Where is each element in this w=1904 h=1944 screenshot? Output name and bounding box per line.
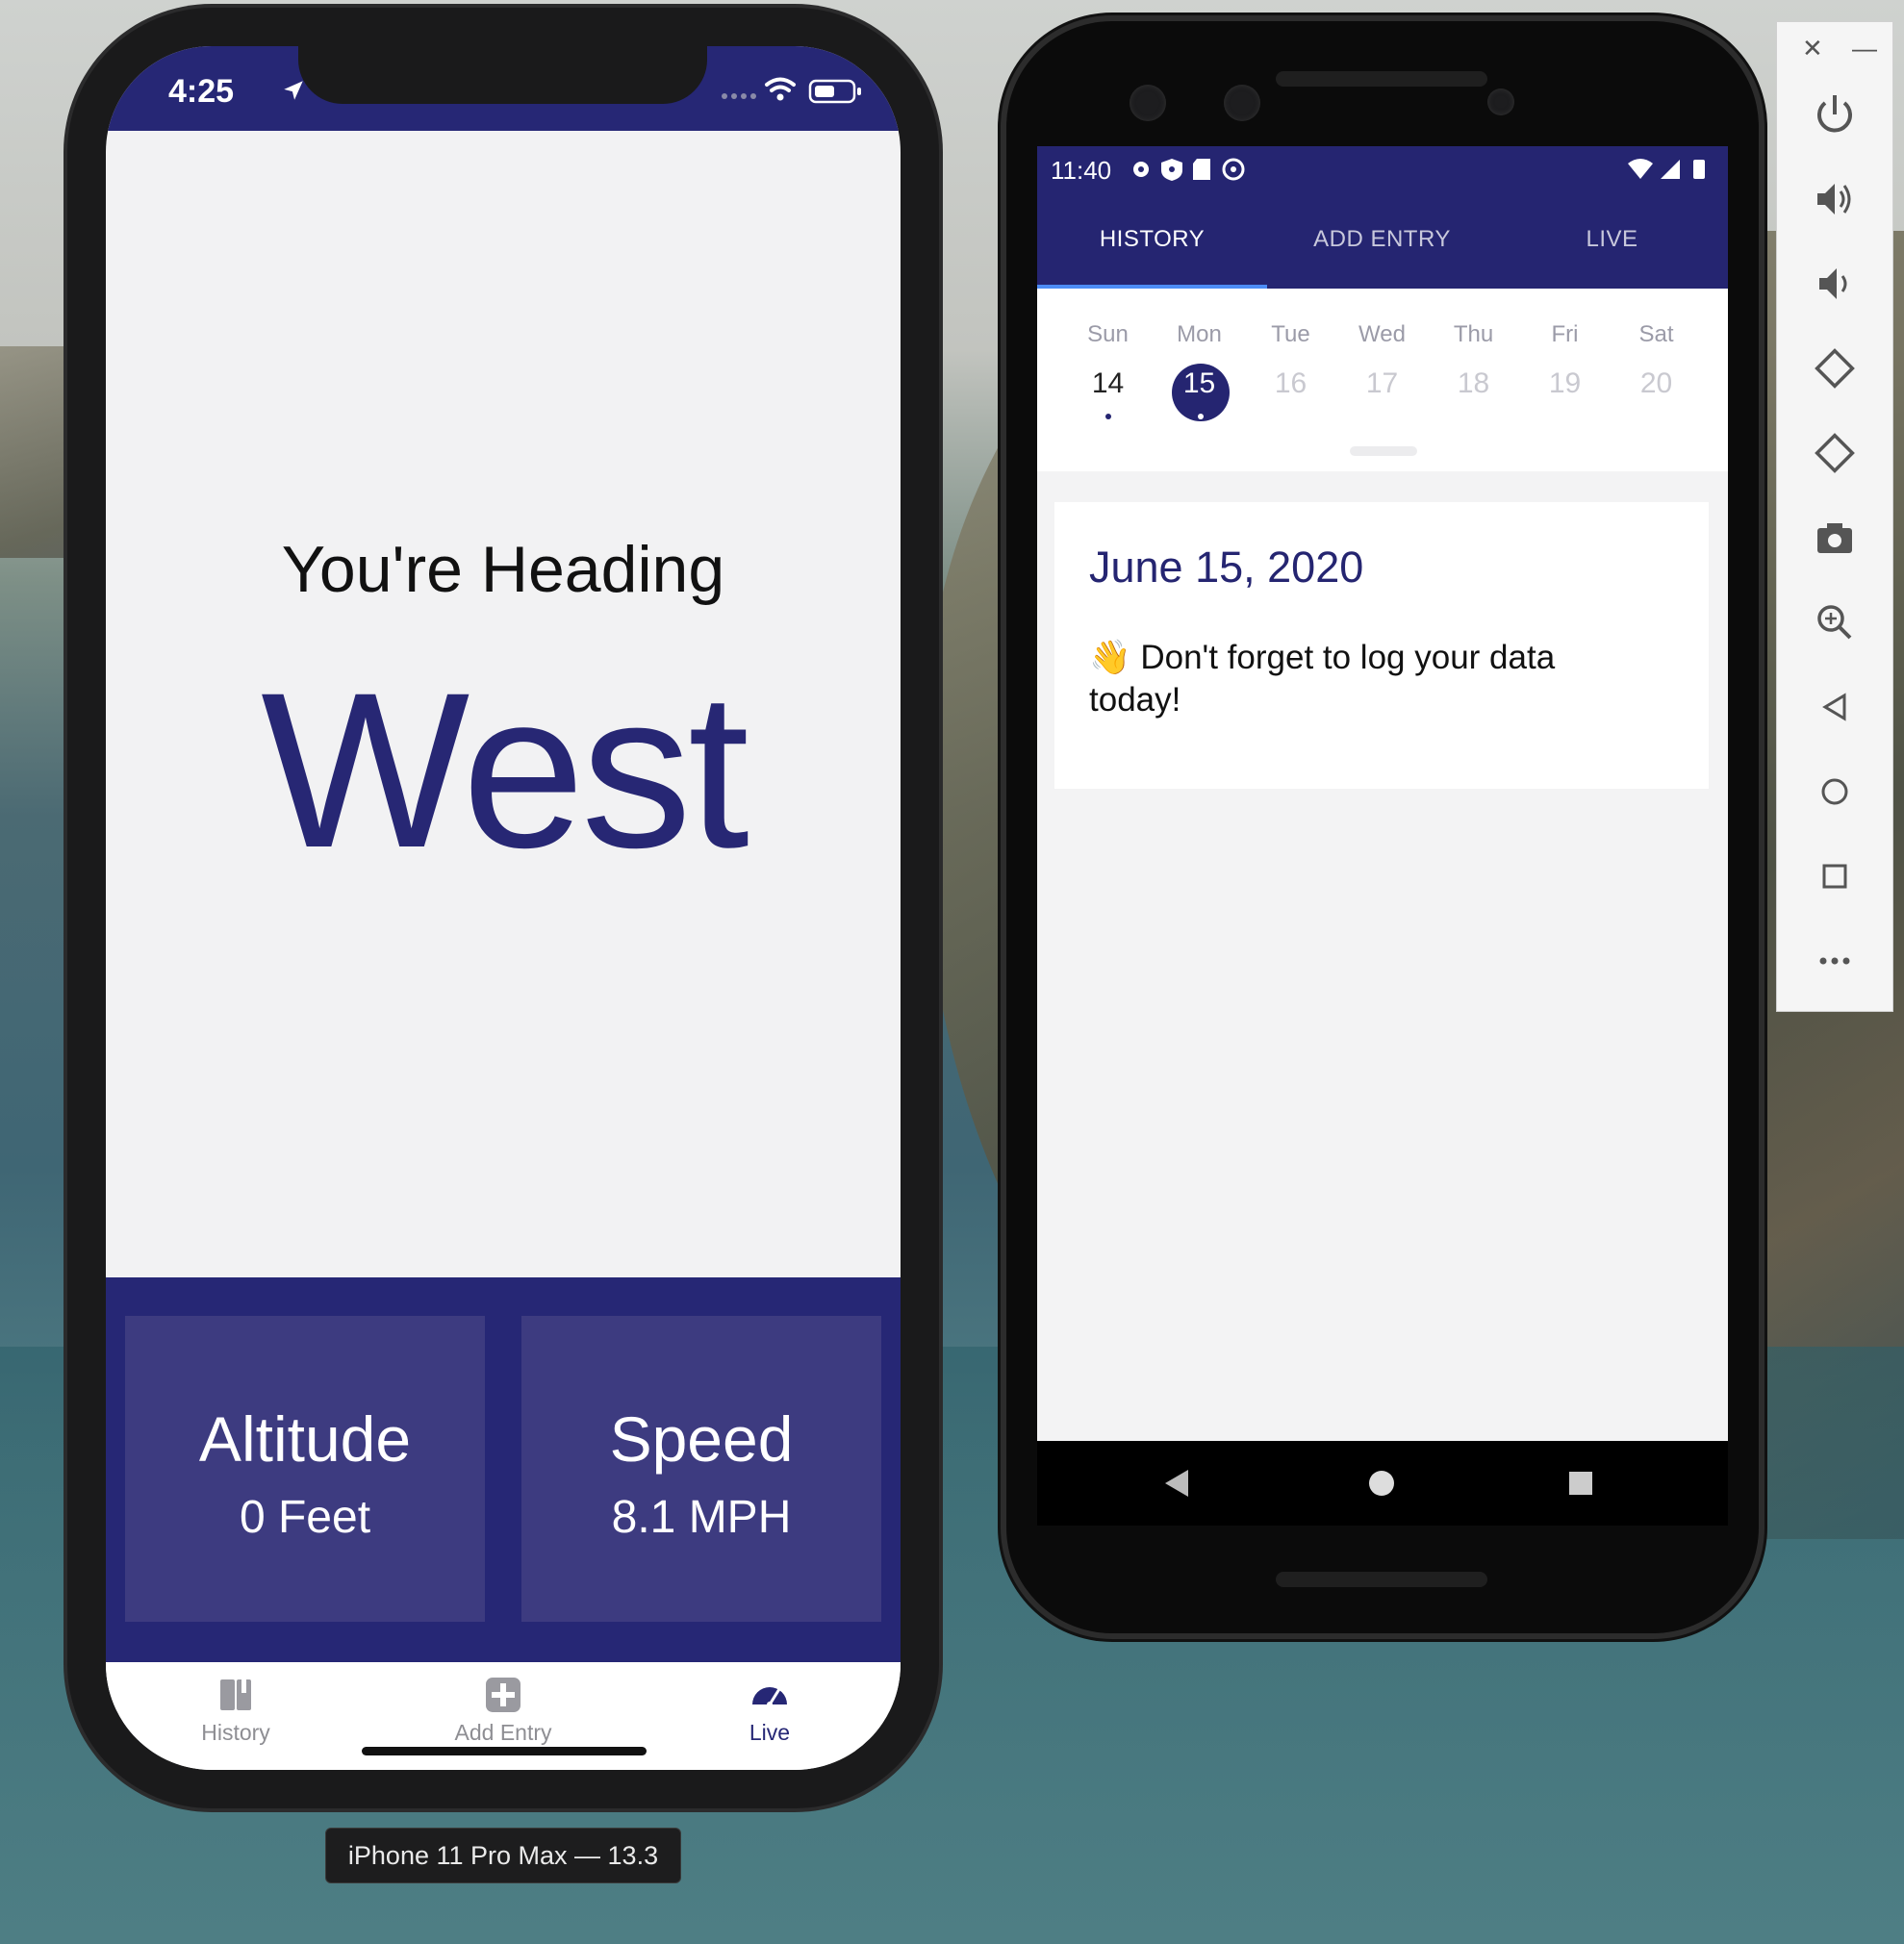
- ios-screen: 4:25 You're Heading West Altitude 0 Feet: [106, 46, 901, 1770]
- overview-icon[interactable]: [1542, 1441, 1619, 1526]
- front-camera-icon: [1130, 85, 1166, 121]
- day-name-sun: Sun: [1087, 321, 1129, 347]
- android-status-bar: 11:40: [1037, 146, 1728, 190]
- tab-add-entry-label: Add Entry: [454, 1720, 552, 1745]
- wifi-icon: [765, 77, 796, 92]
- notch: [298, 46, 707, 104]
- at-sign-icon: [1222, 158, 1245, 181]
- tab-history[interactable]: HISTORY: [1037, 190, 1267, 289]
- tab-add-entry[interactable]: ADD ENTRY: [1267, 190, 1497, 289]
- tab-live-label: Live: [749, 1720, 791, 1745]
- rotate-right-icon[interactable]: [1806, 424, 1864, 482]
- day-name-fri: Fri: [1551, 321, 1579, 347]
- zoom-in-icon[interactable]: [1806, 593, 1864, 651]
- speed-label: Speed: [609, 1403, 794, 1475]
- simulator-device-label: iPhone 11 Pro Max — 13.3: [325, 1828, 681, 1883]
- proximity-sensor-icon: [1487, 88, 1514, 115]
- home-indicator[interactable]: [362, 1747, 647, 1755]
- ios-status-bar: 4:25: [106, 46, 901, 131]
- bottom-speaker: [1276, 1572, 1487, 1587]
- calendar-day-18[interactable]: 18: [1428, 367, 1519, 400]
- tab-history-label: History: [201, 1720, 270, 1745]
- camera-icon[interactable]: [1806, 509, 1864, 567]
- wifi-icon: [1628, 159, 1653, 179]
- location-arrow-icon: [284, 81, 303, 100]
- calendar-day-17[interactable]: 17: [1336, 367, 1428, 400]
- home-icon[interactable]: [1806, 763, 1864, 821]
- back-icon[interactable]: [1138, 1441, 1215, 1526]
- ios-status-time: 4:25: [168, 73, 235, 110]
- heading-direction: West: [261, 646, 749, 894]
- iphone-simulator: 4:25 You're Heading West Altitude 0 Feet: [67, 8, 939, 1808]
- waving-hand-icon: 👋: [1089, 639, 1131, 676]
- day-name-mon: Mon: [1177, 321, 1222, 347]
- battery-icon: [1693, 160, 1705, 179]
- calendar-day-15[interactable]: 15: [1154, 367, 1245, 400]
- front-sensor-icon: [1224, 85, 1260, 121]
- overview-icon[interactable]: [1806, 847, 1864, 905]
- day-name-thu: Thu: [1453, 321, 1494, 347]
- entry-date: June 15, 2020: [1089, 543, 1364, 592]
- speed-card: Speed 8.1 MPH: [521, 1316, 881, 1622]
- speed-value: 8.1 MPH: [611, 1492, 792, 1543]
- week-calendar: Sun Mon Tue Wed Thu Fri Sat 14 15 16 17 …: [1037, 289, 1728, 471]
- entry-dot-15: [1198, 414, 1204, 419]
- entry-card: June 15, 2020 👋 Don't forget to log your…: [1054, 502, 1709, 789]
- stats-panel: Altitude 0 Feet Speed 8.1 MPH: [106, 1277, 901, 1662]
- calendar-day-19[interactable]: 19: [1519, 367, 1611, 400]
- android-emulator: 11:40 HISTORY ADD ENTRY LIVE Sun Mon Tue…: [1006, 21, 1759, 1633]
- android-screen: 11:40 HISTORY ADD ENTRY LIVE Sun Mon Tue…: [1037, 146, 1728, 1526]
- android-notification-icons: [1133, 158, 1245, 181]
- rotate-left-icon[interactable]: [1806, 340, 1864, 397]
- power-icon[interactable]: [1806, 86, 1864, 143]
- speedometer-icon: [752, 1687, 787, 1707]
- calendar-day-20[interactable]: 20: [1611, 367, 1702, 400]
- calendar-day-16[interactable]: 16: [1245, 367, 1336, 400]
- top-speaker: [1276, 71, 1487, 87]
- calendar-day-14[interactable]: 14: [1062, 367, 1154, 400]
- entry-note-text: Don't forget to log your data today!: [1089, 639, 1556, 719]
- calendar-drag-handle[interactable]: [1350, 446, 1417, 456]
- ios-status-icons: [722, 77, 861, 104]
- altitude-value: 0 Feet: [239, 1492, 371, 1543]
- minimize-icon[interactable]: —: [1852, 34, 1877, 63]
- android-nav-bar: [1037, 1441, 1728, 1526]
- heading-label: You're Heading: [281, 533, 725, 606]
- volume-down-icon[interactable]: [1806, 255, 1864, 313]
- battery-icon: [808, 79, 861, 104]
- tab-history[interactable]: History: [140, 1676, 332, 1746]
- altitude-card: Altitude 0 Feet: [125, 1316, 485, 1622]
- cellular-dots-icon: [722, 93, 756, 99]
- tab-live[interactable]: Live: [673, 1676, 866, 1746]
- more-icon[interactable]: [1806, 932, 1864, 990]
- home-icon[interactable]: [1343, 1441, 1420, 1526]
- back-icon[interactable]: [1806, 678, 1864, 736]
- cellular-signal-icon: [1661, 160, 1680, 179]
- altitude-label: Altitude: [198, 1403, 412, 1475]
- tab-live[interactable]: LIVE: [1497, 190, 1727, 289]
- sd-card-icon: [1193, 159, 1210, 180]
- entry-dot-14: [1105, 414, 1111, 419]
- book-icon: [220, 1679, 251, 1710]
- android-status-time: 11:40: [1051, 156, 1112, 185]
- tab-add-entry[interactable]: Add Entry: [407, 1676, 599, 1746]
- volume-up-icon[interactable]: [1806, 170, 1864, 228]
- day-name-sat: Sat: [1638, 321, 1674, 347]
- day-name-wed: Wed: [1358, 321, 1406, 347]
- android-system-icons: [1628, 159, 1705, 179]
- entry-note: 👋 Don't forget to log your data today!: [1089, 637, 1628, 721]
- android-top-tabs: HISTORY ADD ENTRY LIVE: [1037, 190, 1728, 289]
- emulator-toolbar: ✕ —: [1776, 21, 1893, 1012]
- plus-square-icon: [486, 1678, 520, 1712]
- close-icon[interactable]: ✕: [1802, 34, 1823, 63]
- day-name-tue: Tue: [1271, 321, 1310, 347]
- settings-gear-icon: [1133, 162, 1149, 177]
